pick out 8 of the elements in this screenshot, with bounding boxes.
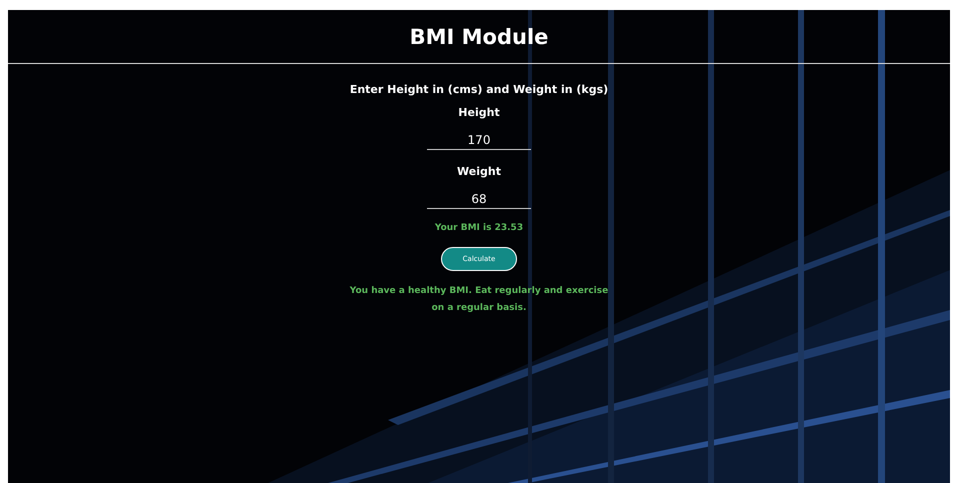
input-field[interactable]: 68 xyxy=(427,190,531,209)
input-field[interactable]: 170 xyxy=(427,131,531,150)
field-label: Weight xyxy=(457,165,501,178)
bmi-result: Your BMI is 23.53 xyxy=(434,223,524,233)
field-label: Height xyxy=(458,106,500,119)
instructions-text: Enter Height in (cms) and Weight in (kgs) xyxy=(350,83,608,96)
page-title: BMI Module xyxy=(410,24,548,48)
advice-message: You have a healthy BMI. Eat regularly and exercise on a regular basis. xyxy=(349,285,609,315)
